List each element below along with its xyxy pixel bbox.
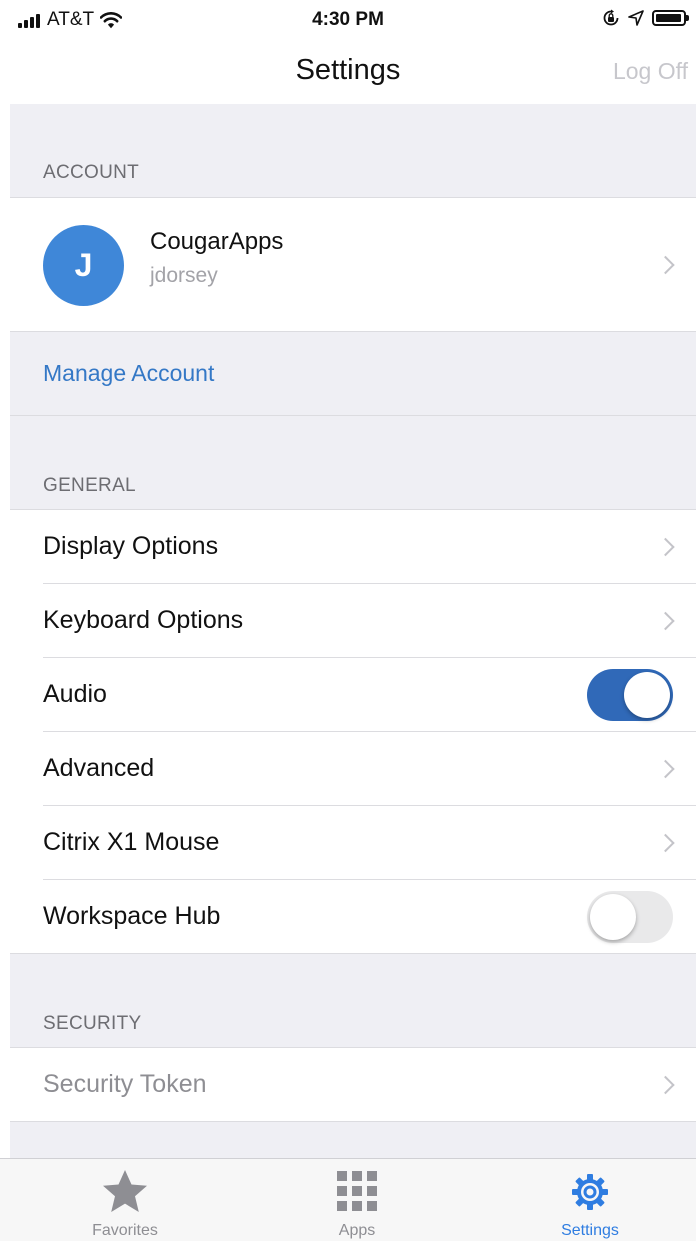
section-header-account: ACCOUNT <box>43 162 140 183</box>
chevron-right-icon <box>656 611 675 631</box>
location-icon <box>628 10 644 26</box>
settings-row-security-token[interactable]: Security Token <box>10 1048 696 1122</box>
settings-row-display-options[interactable]: Display Options <box>10 510 696 584</box>
navigation-bar: Settings Log Off <box>0 40 696 104</box>
battery-icon <box>652 10 689 26</box>
manage-account-link[interactable]: Manage Account <box>43 360 214 387</box>
row-label: Keyboard Options <box>43 606 244 634</box>
settings-row-keyboard-options[interactable]: Keyboard Options <box>10 584 696 658</box>
account-row[interactable]: J CougarApps jdorsey <box>10 198 696 332</box>
row-label: Security Token <box>43 1070 207 1098</box>
log-off-button[interactable]: Log Off <box>613 58 688 85</box>
tab-label: Settings <box>561 1222 619 1239</box>
battery-level <box>656 14 681 22</box>
toggle-knob <box>624 672 670 718</box>
audio-toggle[interactable] <box>587 669 673 721</box>
row-label: Display Options <box>43 532 219 560</box>
status-time: 4:30 PM <box>312 9 384 30</box>
tab-label: Apps <box>338 1222 376 1239</box>
avatar: J <box>43 225 124 306</box>
settings-screen: AT&T 4:30 PM Settings Log Off ACCOUNT J … <box>0 0 696 1241</box>
row-label: Citrix X1 Mouse <box>43 828 220 856</box>
settings-row-advanced[interactable]: Advanced <box>10 732 696 806</box>
chevron-right-icon <box>656 1075 675 1095</box>
account-username: jdorsey <box>150 264 218 287</box>
page-title: Settings <box>295 54 401 86</box>
bottom-band <box>10 1122 696 1158</box>
settings-row-workspace-hub: Workspace Hub <box>10 880 696 954</box>
row-label: Advanced <box>43 754 155 782</box>
chevron-right-icon <box>656 833 675 853</box>
chevron-right-icon <box>656 255 675 275</box>
section-header-general: GENERAL <box>43 475 136 496</box>
gear-icon <box>572 1174 608 1210</box>
grid-icon <box>337 1171 377 1211</box>
chevron-right-icon <box>656 537 675 557</box>
row-label: Audio <box>43 680 107 708</box>
workspace-hub-toggle[interactable] <box>587 891 673 943</box>
settings-row-audio: Audio <box>10 658 696 732</box>
tab-bar: Favorites Apps Settings <box>0 1158 696 1241</box>
account-name: CougarApps <box>150 228 284 255</box>
status-right <box>602 9 689 27</box>
tab-apps[interactable]: Apps <box>241 1159 473 1241</box>
section-header-security: SECURITY <box>43 1013 142 1034</box>
tab-label: Favorites <box>92 1222 158 1239</box>
tab-favorites[interactable]: Favorites <box>9 1159 241 1241</box>
toggle-knob <box>590 894 636 940</box>
orientation-lock-icon <box>603 9 619 26</box>
row-label: Workspace Hub <box>43 902 221 930</box>
status-bar: AT&T 4:30 PM <box>0 0 696 40</box>
star-icon <box>103 1170 147 1212</box>
settings-row-citrix-x1-mouse[interactable]: Citrix X1 Mouse <box>10 806 696 880</box>
chevron-right-icon <box>656 759 675 779</box>
tab-settings[interactable]: Settings <box>474 1159 696 1241</box>
